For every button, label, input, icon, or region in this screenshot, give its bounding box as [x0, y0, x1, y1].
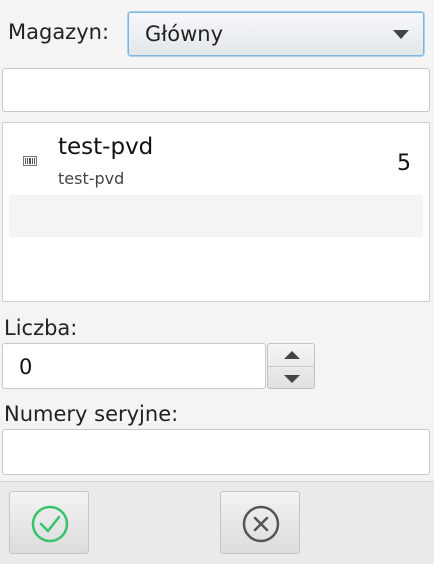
item-list[interactable]: test-pvd test-pvd 5 [2, 122, 430, 302]
list-item-empty [9, 237, 423, 279]
count-label: Liczba: [4, 316, 78, 340]
confirm-button[interactable] [9, 491, 89, 554]
item-code: test-pvd [58, 169, 125, 188]
action-bar [0, 481, 434, 564]
chevron-down-icon [393, 30, 409, 39]
x-circle-icon [242, 505, 280, 543]
arrow-up-icon [284, 351, 300, 359]
serial-numbers-input[interactable] [3, 430, 429, 474]
list-item-empty [9, 195, 423, 237]
count-value: 0 [19, 355, 33, 379]
serial-numbers-label: Numery seryjne: [4, 402, 179, 426]
count-stepper [267, 343, 315, 389]
item-name: test-pvd [58, 134, 154, 160]
count-input[interactable]: 0 [2, 343, 266, 389]
item-quantity: 5 [397, 151, 411, 176]
list-item[interactable]: test-pvd test-pvd 5 [9, 123, 423, 195]
search-input[interactable] [3, 69, 429, 111]
search-field[interactable] [2, 68, 430, 112]
increment-button[interactable] [268, 344, 314, 367]
cancel-button[interactable] [220, 491, 300, 554]
barcode-icon [23, 156, 37, 166]
warehouse-select[interactable]: Główny [128, 12, 424, 56]
arrow-down-icon [284, 375, 300, 383]
check-circle-icon [31, 505, 69, 543]
warehouse-label: Magazyn: [8, 20, 110, 44]
warehouse-selected-value: Główny [145, 22, 224, 46]
dialog-root: Magazyn: Główny test-pvd test-pvd 5 Licz… [0, 0, 434, 564]
serial-numbers-field[interactable] [2, 429, 430, 475]
decrement-button[interactable] [268, 367, 314, 388]
